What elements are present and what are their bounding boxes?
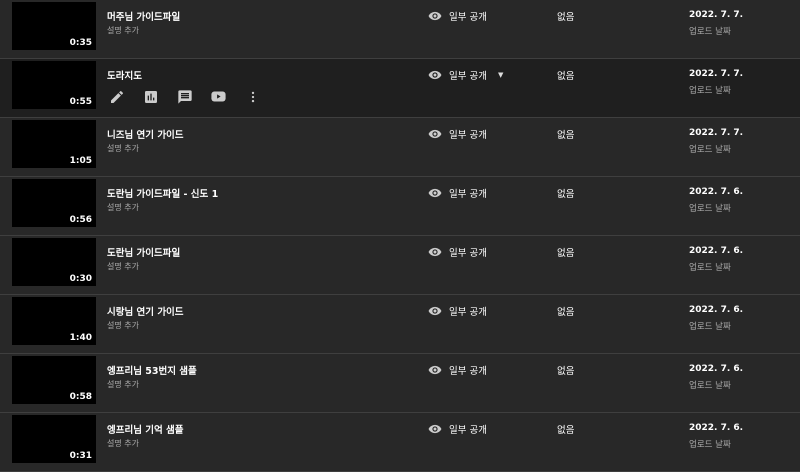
video-duration: 1:05: [69, 156, 92, 166]
youtube-icon[interactable]: [209, 87, 228, 106]
eye-icon: [428, 188, 442, 198]
restrictions-cell: 없음: [557, 248, 575, 259]
restrictions-cell: 없음: [557, 366, 575, 377]
video-description[interactable]: 설명 추가: [107, 202, 139, 213]
restrictions-cell: 없음: [557, 307, 575, 318]
video-row[interactable]: 1:40 시랑님 연기 가이드 설명 추가 일부 공개 없음 2022. 7. …: [0, 295, 800, 354]
upload-date: 2022. 7. 6.: [689, 246, 744, 256]
upload-date-label: 업로드 날짜: [689, 27, 731, 37]
visibility-cell[interactable]: 일부 공개: [428, 363, 487, 377]
eye-icon: [428, 70, 442, 80]
video-thumbnail[interactable]: 1:05: [12, 120, 96, 168]
visibility-cell[interactable]: 일부 공개 ▼: [428, 68, 503, 82]
video-thumbnail[interactable]: 0:35: [12, 2, 96, 50]
visibility-label: 일부 공개: [449, 366, 487, 377]
video-description[interactable]: 설명 추가: [107, 143, 139, 154]
comments-icon[interactable]: [175, 87, 194, 106]
visibility-cell[interactable]: 일부 공개: [428, 422, 487, 436]
upload-date-label: 업로드 날짜: [689, 204, 731, 214]
video-description[interactable]: 설명 추가: [107, 25, 139, 36]
video-description[interactable]: 설명 추가: [107, 379, 139, 390]
upload-date: 2022. 7. 7.: [689, 128, 744, 138]
upload-date-label: 업로드 날짜: [689, 86, 731, 96]
video-title[interactable]: 도란님 가이드파일: [107, 245, 180, 259]
upload-date-label: 업로드 날짜: [689, 145, 731, 155]
eye-icon: [428, 424, 442, 434]
eye-icon: [428, 129, 442, 139]
video-row[interactable]: 0:30 도란님 가이드파일 설명 추가 일부 공개 없음 2022. 7. 6…: [0, 236, 800, 295]
visibility-cell[interactable]: 일부 공개: [428, 127, 487, 141]
video-duration: 1:40: [69, 333, 92, 343]
video-title[interactable]: 엥프리님 53번지 샘플: [107, 363, 197, 377]
video-title[interactable]: 머주님 가이드파일: [107, 9, 180, 23]
eye-icon: [428, 306, 442, 316]
analytics-icon[interactable]: [141, 87, 160, 106]
video-row[interactable]: 0:31 엥프리님 기억 샘플 설명 추가 일부 공개 없음 2022. 7. …: [0, 413, 800, 472]
restrictions-cell: 없음: [557, 12, 575, 23]
video-row[interactable]: 1:05 니즈님 연기 가이드 설명 추가 일부 공개 없음 2022. 7. …: [0, 118, 800, 177]
pencil-icon[interactable]: [107, 87, 126, 106]
video-description[interactable]: 설명 추가: [107, 320, 139, 331]
upload-date-label: 업로드 날짜: [689, 263, 731, 273]
video-row[interactable]: 0:58 엥프리님 53번지 샘플 설명 추가 일부 공개 없음 2022. 7…: [0, 354, 800, 413]
visibility-label: 일부 공개: [449, 425, 487, 436]
video-duration: 0:35: [69, 38, 92, 48]
visibility-label: 일부 공개: [449, 307, 487, 318]
restrictions-cell: 없음: [557, 189, 575, 200]
visibility-cell[interactable]: 일부 공개: [428, 9, 487, 23]
video-title[interactable]: 도라지도: [107, 68, 142, 82]
visibility-label: 일부 공개: [449, 71, 487, 82]
visibility-cell[interactable]: 일부 공개: [428, 304, 487, 318]
video-title[interactable]: 시랑님 연기 가이드: [107, 304, 184, 318]
video-thumbnail[interactable]: 0:30: [12, 238, 96, 286]
visibility-cell[interactable]: 일부 공개: [428, 186, 487, 200]
video-thumbnail[interactable]: 0:56: [12, 179, 96, 227]
visibility-label: 일부 공개: [449, 130, 487, 141]
visibility-label: 일부 공개: [449, 189, 487, 200]
video-duration: 0:56: [69, 215, 92, 225]
chevron-down-icon[interactable]: ▼: [498, 71, 503, 79]
video-duration: 0:30: [69, 274, 92, 284]
video-description[interactable]: 설명 추가: [107, 438, 139, 449]
row-actions: [107, 87, 262, 106]
upload-date-label: 업로드 날짜: [689, 322, 731, 332]
video-list: 0:35 머주님 가이드파일 설명 추가 일부 공개 없음 2022. 7. 7…: [0, 0, 800, 472]
video-row[interactable]: 0:56 도란님 가이드파일 - 신도 1 설명 추가 일부 공개 없음 202…: [0, 177, 800, 236]
upload-date: 2022. 7. 7.: [689, 69, 744, 79]
restrictions-cell: 없음: [557, 425, 575, 436]
video-thumbnail[interactable]: 0:58: [12, 356, 96, 404]
video-duration: 0:58: [69, 392, 92, 402]
visibility-label: 일부 공개: [449, 12, 487, 23]
video-row[interactable]: 0:55 도라지도 일부 공개 ▼ 없음 2022. 7. 7. 업로드 날짜: [0, 59, 800, 118]
upload-date: 2022. 7. 6.: [689, 364, 744, 374]
upload-date-label: 업로드 날짜: [689, 440, 731, 450]
video-thumbnail[interactable]: 0:55: [12, 61, 96, 109]
visibility-label: 일부 공개: [449, 248, 487, 259]
video-duration: 0:55: [69, 97, 92, 107]
video-duration: 0:31: [69, 451, 92, 461]
video-title[interactable]: 엥프리님 기억 샘플: [107, 422, 184, 436]
eye-icon: [428, 11, 442, 21]
video-thumbnail[interactable]: 1:40: [12, 297, 96, 345]
upload-date: 2022. 7. 6.: [689, 187, 744, 197]
eye-icon: [428, 365, 442, 375]
video-thumbnail[interactable]: 0:31: [12, 415, 96, 463]
video-title[interactable]: 니즈님 연기 가이드: [107, 127, 184, 141]
video-title[interactable]: 도란님 가이드파일 - 신도 1: [107, 186, 218, 200]
eye-icon: [428, 247, 442, 257]
more-vert-icon[interactable]: [243, 87, 262, 106]
video-row[interactable]: 0:35 머주님 가이드파일 설명 추가 일부 공개 없음 2022. 7. 7…: [0, 0, 800, 59]
restrictions-cell: 없음: [557, 71, 575, 82]
visibility-cell[interactable]: 일부 공개: [428, 245, 487, 259]
upload-date: 2022. 7. 7.: [689, 10, 744, 20]
upload-date-label: 업로드 날짜: [689, 381, 731, 391]
video-description[interactable]: 설명 추가: [107, 261, 139, 272]
upload-date: 2022. 7. 6.: [689, 305, 744, 315]
restrictions-cell: 없음: [557, 130, 575, 141]
upload-date: 2022. 7. 6.: [689, 423, 744, 433]
